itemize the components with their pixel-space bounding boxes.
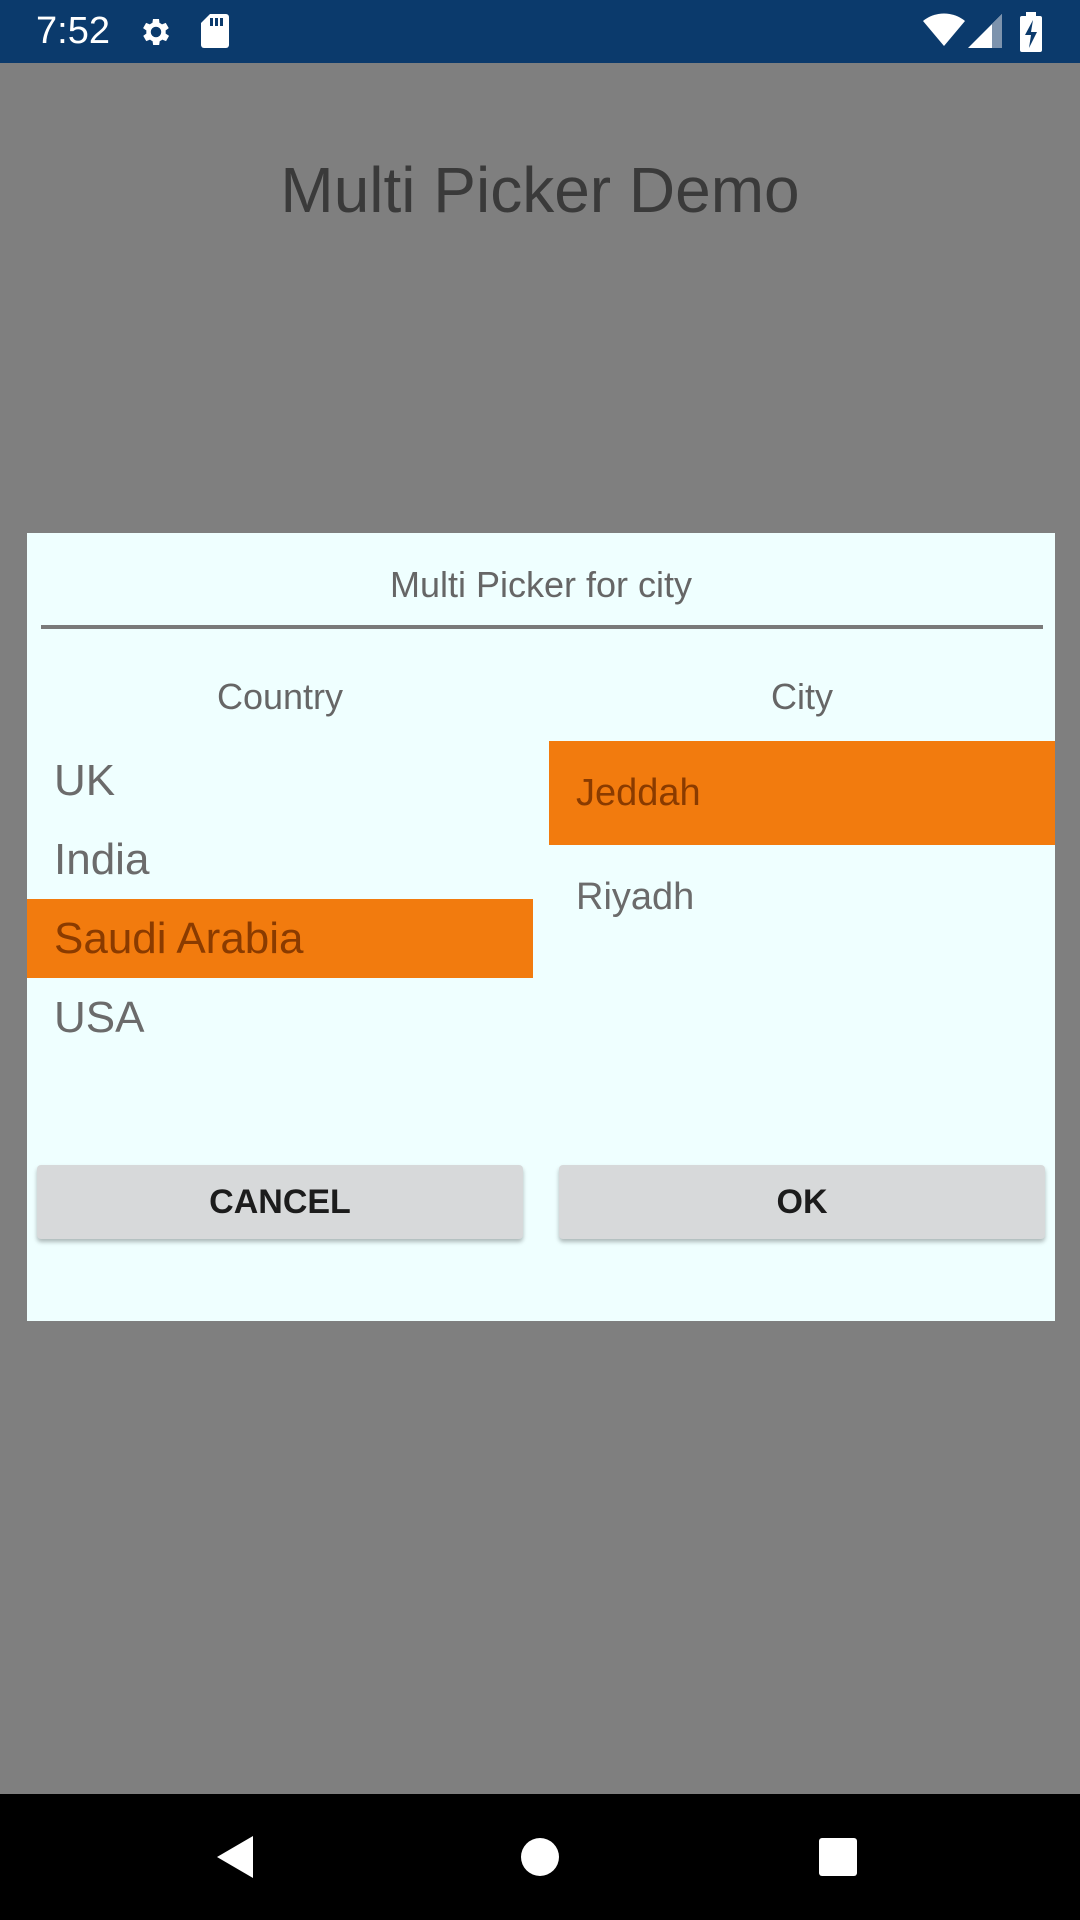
title-divider xyxy=(41,625,1043,629)
recents-icon[interactable] xyxy=(817,1832,859,1887)
city-column-header: City xyxy=(771,676,833,717)
country-item-usa[interactable]: USA xyxy=(27,978,533,1057)
ok-button[interactable]: OK xyxy=(559,1165,1045,1239)
home-icon[interactable] xyxy=(517,1832,563,1887)
multi-picker-dialog: Multi Picker for city Country City UK In… xyxy=(27,533,1055,1321)
sd-card-icon xyxy=(200,12,230,55)
status-time: 7:52 xyxy=(36,10,110,52)
cancel-button[interactable]: CANCEL xyxy=(37,1165,523,1239)
wifi-icon xyxy=(922,12,966,53)
city-item-jeddah[interactable]: Jeddah xyxy=(549,741,1055,845)
country-item-saudi-arabia[interactable]: Saudi Arabia xyxy=(27,899,533,978)
cell-signal-icon xyxy=(968,12,1004,55)
country-column-header: Country xyxy=(216,676,344,717)
country-item-uk[interactable]: UK xyxy=(27,741,533,820)
page-title: Multi Picker Demo xyxy=(280,154,800,226)
gear-icon xyxy=(138,12,174,57)
dialog-title: Multi Picker for city xyxy=(389,564,693,605)
back-icon[interactable] xyxy=(213,1832,257,1887)
country-item-india[interactable]: India xyxy=(27,820,533,899)
city-item-riyadh[interactable]: Riyadh xyxy=(549,845,1055,949)
navigation-bar xyxy=(0,1794,1080,1920)
battery-charging-icon xyxy=(1018,12,1044,57)
status-bar: 7:52 xyxy=(0,0,1080,63)
